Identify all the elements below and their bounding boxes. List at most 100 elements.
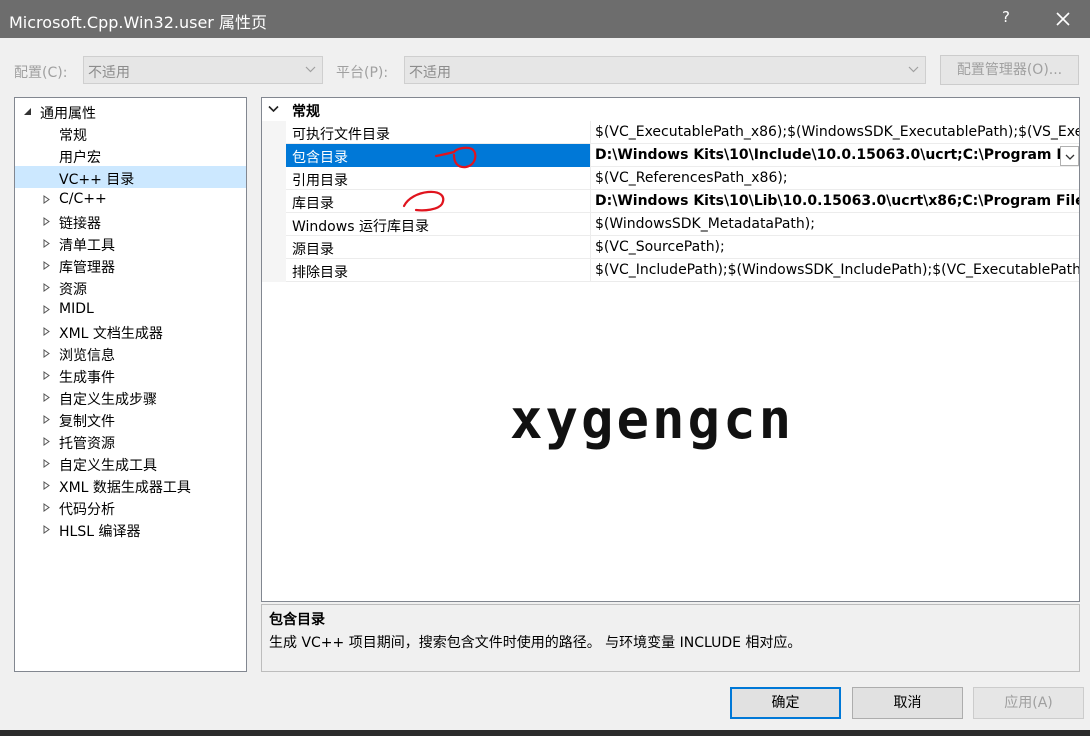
property-value[interactable]: $(VC_SourcePath);: [595, 236, 1079, 259]
tree-item[interactable]: C/C++: [15, 188, 246, 210]
tree-item[interactable]: 资源: [15, 276, 246, 298]
tree-item-label: 自定义生成工具: [59, 458, 157, 474]
config-combo-value: 不适用: [88, 65, 130, 81]
chevron-down-icon: [908, 66, 919, 73]
description-title: 包含目录: [269, 612, 325, 628]
tree-item[interactable]: HLSL 编译器: [15, 518, 246, 540]
platform-combo-value: 不适用: [409, 65, 451, 81]
tree-item[interactable]: XML 数据生成器工具: [15, 474, 246, 496]
property-grid: 常规 可执行文件目录 $(VC_ExecutablePath_x86);$(Win…: [261, 97, 1080, 602]
expand-triangle-icon[interactable]: [43, 305, 50, 314]
tree-item[interactable]: 用户宏: [15, 144, 246, 166]
tree-item[interactable]: 库管理器: [15, 254, 246, 276]
expand-triangle-icon[interactable]: [43, 261, 50, 270]
expand-triangle-icon[interactable]: [43, 349, 50, 358]
tree-item-label: 生成事件: [59, 370, 115, 386]
tree-item[interactable]: 浏览信息: [15, 342, 246, 364]
tree-item[interactable]: 托管资源: [15, 430, 246, 452]
tree-item[interactable]: 清单工具: [15, 232, 246, 254]
property-row[interactable]: 包含目录 D:\Windows Kits\10\Include\10.0.1506…: [286, 144, 1079, 167]
property-value[interactable]: $(WindowsSDK_MetadataPath);: [595, 213, 1079, 236]
expand-triangle-icon[interactable]: [43, 217, 50, 226]
property-row[interactable]: 排除目录 $(VC_IncludePath);$(WindowsSDK_Inclu…: [286, 259, 1079, 282]
platform-combo[interactable]: 不适用: [404, 56, 926, 84]
annotation-marker-1: [434, 146, 477, 169]
category-label: 常规: [292, 104, 320, 120]
taskbar-strip: [0, 730, 1090, 736]
expand-triangle-icon[interactable]: [43, 195, 50, 204]
category-header[interactable]: 常规: [262, 98, 1079, 121]
config-manager-button[interactable]: 配置管理器(O)...: [940, 55, 1079, 85]
collapse-triangle-icon: [24, 108, 31, 115]
tree-item[interactable]: 链接器: [15, 210, 246, 232]
platform-label: 平台(P):: [336, 65, 389, 81]
property-value[interactable]: D:\Windows Kits\10\Lib\10.0.15063.0\ucrt…: [595, 190, 1079, 213]
expand-triangle-icon[interactable]: [43, 283, 50, 292]
property-tree: 通用属性 常规用户宏 VC++ 目录 C/C++ 链接器清单工具 库管理器资源 MIDL X…: [14, 97, 247, 672]
tree-item-label: 自定义生成步骤: [59, 392, 157, 408]
expand-triangle-icon[interactable]: [43, 415, 50, 424]
expand-triangle-icon[interactable]: [43, 525, 50, 534]
property-name[interactable]: 排除目录: [286, 259, 591, 282]
watermark-text: xygengcn: [510, 388, 795, 451]
tree-item[interactable]: VC++ 目录: [15, 166, 246, 188]
tree-item-label: XML 文档生成器: [59, 326, 163, 342]
description-text: 生成 VC++ 项目期间，搜索包含文件时使用的路径。 与环境变量 INCLUDE…: [269, 635, 802, 651]
window-title: Microsoft.Cpp.Win32.user 属性页: [9, 13, 267, 32]
property-name[interactable]: 源目录: [286, 236, 591, 259]
expand-triangle-icon[interactable]: [43, 371, 50, 380]
tree-item[interactable]: 复制文件: [15, 408, 246, 430]
title-bar: Microsoft.Cpp.Win32.user 属性页 ?: [0, 0, 1090, 38]
ok-button[interactable]: 确定: [730, 687, 841, 719]
tree-item-label: 清单工具: [59, 238, 115, 254]
property-value[interactable]: $(VC_ReferencesPath_x86);: [595, 167, 1079, 190]
grid-gutter: [262, 121, 286, 282]
chevron-down-icon: [268, 105, 279, 113]
cancel-button[interactable]: 取消: [852, 687, 963, 719]
expand-triangle-icon[interactable]: [43, 327, 50, 336]
tree-root[interactable]: 通用属性: [15, 100, 246, 122]
expand-triangle-icon[interactable]: [43, 393, 50, 402]
annotation-marker-2: [402, 190, 445, 212]
tree-item-label: 托管资源: [59, 436, 115, 452]
tree-item-label: 常规: [59, 128, 87, 144]
close-button[interactable]: [1046, 4, 1080, 34]
property-row[interactable]: 源目录 $(VC_SourcePath);: [286, 236, 1079, 259]
property-value[interactable]: D:\Windows Kits\10\Include\10.0.15063.0\…: [595, 144, 1079, 167]
tree-item-label: 代码分析: [59, 502, 115, 518]
chevron-down-icon: [305, 66, 316, 73]
property-row[interactable]: 可执行文件目录 $(VC_ExecutablePath_x86);$(Window…: [286, 121, 1079, 144]
help-button[interactable]: ?: [992, 8, 1020, 26]
expand-triangle-icon[interactable]: [43, 239, 50, 248]
config-label: 配置(C):: [14, 65, 68, 81]
tree-item[interactable]: XML 文档生成器: [15, 320, 246, 342]
tree-item-label: 浏览信息: [59, 348, 115, 364]
expand-triangle-icon[interactable]: [43, 503, 50, 512]
expand-triangle-icon[interactable]: [43, 481, 50, 490]
tree-root-label: 通用属性: [40, 106, 96, 122]
tree-item[interactable]: 自定义生成工具: [15, 452, 246, 474]
expand-triangle-icon[interactable]: [43, 459, 50, 468]
property-value[interactable]: $(VC_IncludePath);$(WindowsSDK_IncludePa…: [595, 259, 1079, 282]
tree-item-label: 用户宏: [59, 150, 101, 166]
chevron-down-icon: [1065, 154, 1075, 160]
property-name[interactable]: 可执行文件目录: [286, 121, 591, 144]
tree-item-label: C/C++: [59, 191, 107, 207]
expand-triangle-icon[interactable]: [43, 437, 50, 446]
tree-item-label: VC++ 目录: [59, 172, 135, 188]
apply-button[interactable]: 应用(A): [973, 687, 1084, 719]
property-name[interactable]: Windows 运行库目录: [286, 213, 591, 236]
value-dropdown-button[interactable]: [1060, 146, 1079, 166]
tree-item[interactable]: 自定义生成步骤: [15, 386, 246, 408]
tree-item-label: MIDL: [59, 301, 94, 317]
tree-item[interactable]: MIDL: [15, 298, 246, 320]
tree-item-label: 资源: [59, 282, 87, 298]
tree-item[interactable]: 代码分析: [15, 496, 246, 518]
property-row[interactable]: Windows 运行库目录 $(WindowsSDK_MetadataPath);: [286, 213, 1079, 236]
config-combo[interactable]: 不适用: [83, 56, 323, 84]
property-value[interactable]: $(VC_ExecutablePath_x86);$(WindowsSDK_Ex…: [595, 121, 1079, 144]
tree-item[interactable]: 生成事件: [15, 364, 246, 386]
tree-item[interactable]: 常规: [15, 122, 246, 144]
tree-item-label: XML 数据生成器工具: [59, 480, 191, 496]
close-icon: [1056, 12, 1070, 26]
